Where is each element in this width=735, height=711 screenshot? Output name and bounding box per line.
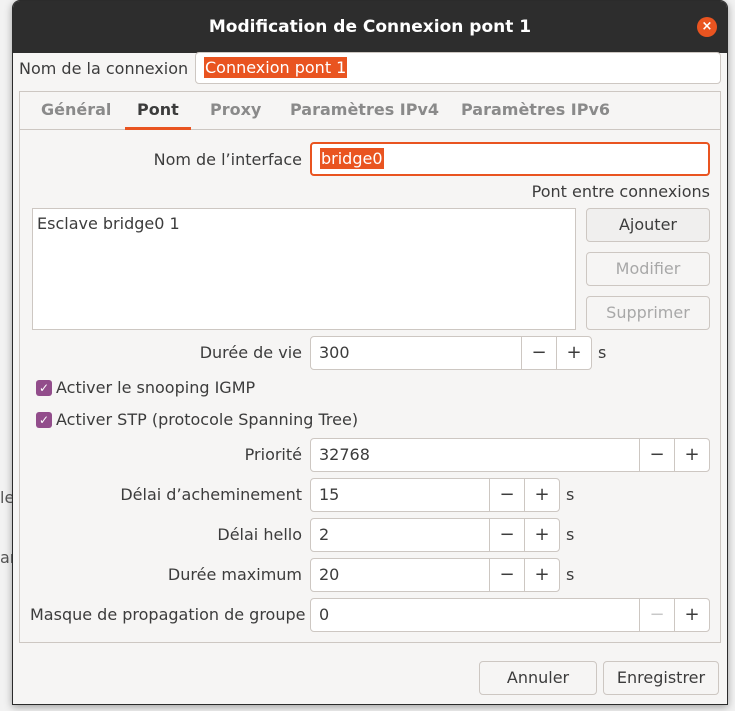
max-age-unit: s	[566, 565, 575, 584]
tab-ipv4-settings[interactable]: Paramètres IPv4	[290, 92, 439, 130]
close-icon[interactable]: ×	[697, 17, 717, 37]
decrement-button[interactable]: −	[639, 439, 674, 471]
window-title: Modification de Connexion pont 1	[208, 17, 532, 37]
bridged-connections-list[interactable]: Esclave bridge0 1	[32, 208, 576, 330]
igmp-snooping-label[interactable]: Activer le snooping IGMP	[56, 376, 255, 400]
add-button[interactable]: Ajouter	[586, 208, 710, 242]
ageing-time-unit: s	[598, 343, 607, 362]
max-age-value: 20	[319, 565, 340, 584]
forward-delay-value: 15	[319, 485, 340, 504]
max-age-label: Durée maximum	[167, 565, 302, 584]
decrement-button[interactable]: −	[489, 559, 524, 591]
connection-name-label: Nom de la connexion	[19, 59, 189, 78]
increment-button[interactable]: +	[524, 559, 559, 591]
decrement-button[interactable]: −	[521, 337, 556, 369]
hello-time-unit: s	[566, 525, 575, 544]
tab-general[interactable]: Général	[41, 92, 111, 130]
tab-bar: Général Pont Proxy Paramètres IPv4 Param…	[20, 92, 720, 130]
hello-time-label: Délai hello	[217, 525, 302, 544]
stp-checkbox[interactable]: ✓	[36, 412, 52, 428]
tab-ipv6-settings[interactable]: Paramètres IPv6	[461, 92, 610, 130]
decrement-button[interactable]: −	[489, 519, 524, 551]
group-forward-mask-value: 0	[319, 605, 330, 624]
ageing-time-label: Durée de vie	[199, 343, 302, 362]
delete-button[interactable]: Supprimer	[586, 296, 710, 330]
increment-button[interactable]: +	[556, 337, 591, 369]
ageing-time-value: 300	[319, 343, 350, 362]
interface-name-label: Nom de l’interface	[153, 150, 302, 169]
ageing-time-spinner[interactable]: 300 − +	[310, 336, 592, 370]
igmp-snooping-checkbox[interactable]: ✓	[36, 380, 52, 396]
connection-name-input[interactable]: Connexion pont 1	[195, 52, 721, 84]
max-age-spinner[interactable]: 20 − +	[310, 558, 560, 592]
settings-notebook: Général Pont Proxy Paramètres IPv4 Param…	[19, 91, 721, 643]
interface-name-value: bridge0	[320, 148, 384, 169]
decrement-button[interactable]: −	[639, 599, 674, 631]
priority-spinner[interactable]: 32768 − +	[310, 438, 710, 472]
increment-button[interactable]: +	[524, 519, 559, 551]
hello-time-spinner[interactable]: 2 − +	[310, 518, 560, 552]
interface-name-input[interactable]: bridge0	[310, 142, 710, 176]
titlebar[interactable]: Modification de Connexion pont 1 ×	[13, 1, 727, 53]
increment-button[interactable]: +	[674, 599, 709, 631]
group-forward-mask-label: Masque de propagation de groupe	[30, 605, 306, 624]
forward-delay-label: Délai d’acheminement	[120, 485, 302, 504]
connection-name-value: Connexion pont 1	[204, 57, 348, 78]
hello-time-value: 2	[319, 525, 330, 544]
tab-proxy[interactable]: Proxy	[210, 92, 261, 130]
increment-button[interactable]: +	[674, 439, 709, 471]
cancel-button[interactable]: Annuler	[479, 661, 597, 695]
edit-button[interactable]: Modifier	[586, 252, 710, 286]
decrement-button[interactable]: −	[489, 479, 524, 511]
group-forward-mask-spinner[interactable]: 0 − +	[310, 598, 710, 632]
forward-delay-spinner[interactable]: 15 − +	[310, 478, 560, 512]
stp-label[interactable]: Activer STP (protocole Spanning Tree)	[56, 408, 358, 432]
increment-button[interactable]: +	[524, 479, 559, 511]
tab-bridge[interactable]: Pont	[125, 92, 191, 130]
priority-label: Priorité	[244, 445, 302, 464]
priority-value: 32768	[319, 445, 370, 464]
connection-editor-dialog: Modification de Connexion pont 1 × Nom d…	[12, 0, 728, 705]
forward-delay-unit: s	[566, 485, 575, 504]
save-button[interactable]: Enregistrer	[603, 661, 719, 695]
list-item[interactable]: Esclave bridge0 1	[33, 209, 575, 239]
bridged-connections-label: Pont entre connexions	[531, 182, 710, 201]
